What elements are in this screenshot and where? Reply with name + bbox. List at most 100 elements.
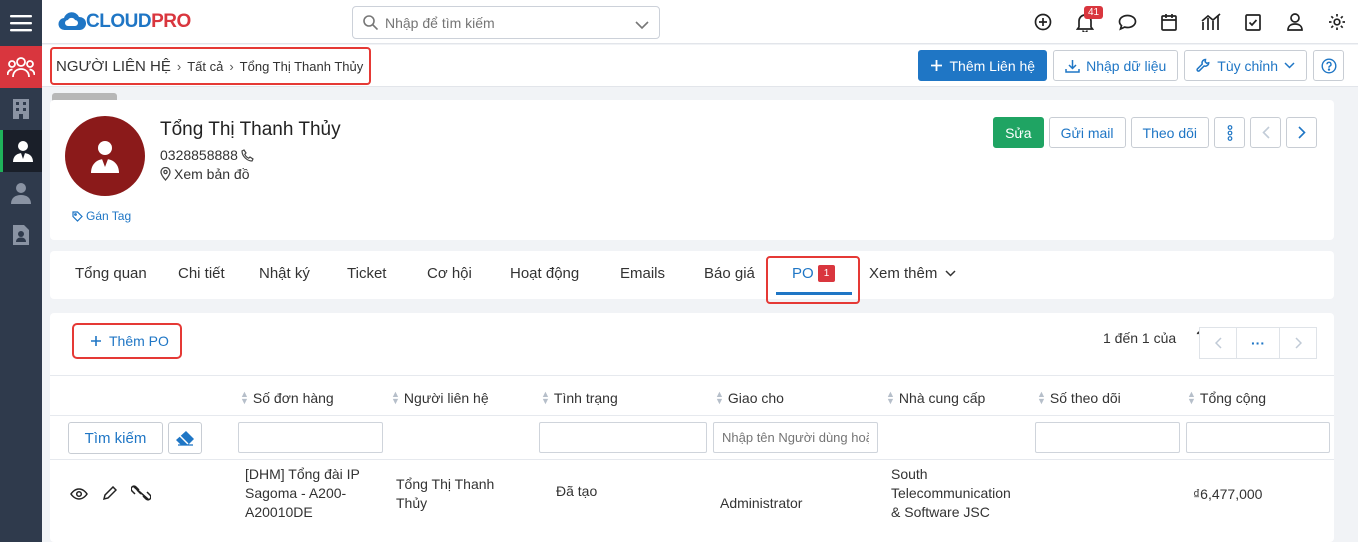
sort-icon: ▲ ▼ (240, 389, 249, 406)
contact-profile-card: Tổng Thị Thanh Thủy 0328858888 Xem bản đ… (50, 100, 1334, 240)
import-button[interactable]: Nhập dữ liệu (1053, 50, 1179, 81)
calendar-icon[interactable] (1148, 0, 1190, 44)
tab-overview[interactable]: Tổng quan (75, 265, 147, 282)
tag-icon (72, 210, 83, 222)
column-supplier[interactable]: ▲ ▼ Nhà cung cấp (886, 389, 985, 407)
tab-activities[interactable]: Hoạt động (510, 265, 579, 282)
filter-status[interactable] (539, 422, 707, 453)
breadcrumb-module[interactable]: NGƯỜI LIÊN HỆ (56, 58, 171, 75)
add-circle-icon[interactable] (1022, 0, 1064, 44)
tab-opportunities[interactable]: Cơ hội (427, 265, 472, 282)
company-building-icon[interactable] (0, 88, 42, 130)
next-record-button[interactable] (1286, 117, 1317, 148)
tab-details[interactable]: Chi tiết (178, 265, 225, 282)
top-bar: CLOUDPRO 41 (42, 0, 1358, 44)
cell-order-number[interactable]: [DHM] Tổng đài IP Sagoma - A200- A20010D… (245, 465, 360, 522)
chevron-down-icon[interactable] (635, 17, 649, 33)
column-label: Người liên hệ (403, 390, 489, 406)
page-next-button[interactable] (1279, 327, 1317, 359)
sort-icon: ▲ ▼ (391, 389, 400, 406)
tab-quotes[interactable]: Báo giá (704, 265, 755, 282)
tab-log[interactable]: Nhật ký (259, 265, 310, 282)
bell-icon[interactable]: 41 (1064, 0, 1106, 44)
help-button[interactable] (1313, 50, 1344, 81)
contacts-group-icon[interactable] (0, 46, 42, 88)
sort-icon: ▲ ▼ (541, 389, 550, 406)
sort-icon: ▲ ▼ (886, 389, 895, 406)
page-prev-button[interactable] (1199, 327, 1237, 359)
user-icon[interactable] (0, 172, 42, 214)
phone-icon (241, 148, 254, 162)
user-profile-icon[interactable] (1274, 0, 1316, 44)
column-total[interactable]: ▲ ▼ Tổng cộng (1187, 390, 1267, 407)
add-contact-button[interactable]: Thêm Liên hệ (918, 50, 1048, 81)
cell-assigned-to: Administrator (720, 495, 803, 511)
active-tab-indicator (776, 292, 852, 295)
column-order-number[interactable]: ▲ ▼ Số đơn hàng (240, 389, 334, 407)
add-po-button[interactable]: Thêm PO (72, 323, 182, 359)
customize-button[interactable]: Tùy chỉnh (1184, 50, 1307, 81)
column-contact[interactable]: ▲ ▼ Người liên hệ (391, 389, 489, 407)
view-eye-icon[interactable] (70, 487, 88, 503)
task-check-icon[interactable] (1232, 0, 1274, 44)
contact-person-icon[interactable] (0, 130, 42, 172)
pagination-summary: 1 đến 1 của (1103, 330, 1177, 346)
column-label: Tổng cộng (1199, 390, 1267, 406)
chevron-right-icon (1297, 126, 1306, 139)
filter-assigned-to[interactable] (713, 422, 878, 453)
follow-button[interactable]: Theo dõi (1130, 117, 1209, 148)
clear-filter-button[interactable] (168, 422, 202, 454)
edit-button[interactable]: Sửa (993, 117, 1044, 148)
column-label: Số đơn hàng (252, 390, 334, 406)
report-chart-icon[interactable] (1190, 0, 1232, 44)
cloudpro-logo[interactable]: CLOUDPRO (58, 8, 191, 36)
column-label: Giao cho (727, 390, 784, 406)
more-actions-button[interactable] (1214, 117, 1245, 148)
cell-line: Thủy (396, 495, 428, 511)
tab-po[interactable]: PO 1 (792, 265, 836, 282)
filter-search-button[interactable]: Tìm kiếm (68, 422, 163, 454)
po-list-panel: Thêm PO 1 đến 1 của ? ··· ▲▼Số đơn hàng … (50, 313, 1334, 542)
edit-pencil-icon[interactable] (102, 485, 118, 504)
tab-ticket[interactable]: Ticket (347, 265, 386, 282)
cell-supplier[interactable]: South Telecommunication & Software JSC (891, 465, 1011, 522)
profile-actions: Sửa Gửi mail Theo dõi (993, 117, 1317, 148)
menu-icon[interactable] (0, 0, 42, 46)
global-search[interactable] (352, 6, 660, 39)
chat-icon[interactable] (1106, 0, 1148, 44)
page-more-button[interactable]: ··· (1236, 327, 1280, 359)
search-input[interactable] (385, 13, 615, 33)
filter-total[interactable] (1186, 422, 1330, 453)
phone-number: 0328858888 (160, 147, 238, 163)
assign-tag-label: Gán Tag (86, 209, 132, 223)
vertical-dots-icon (1227, 124, 1232, 141)
question-circle-icon (1320, 57, 1337, 74)
plus-icon (931, 60, 943, 71)
send-mail-button[interactable]: Gửi mail (1048, 117, 1126, 148)
chevron-left-icon (1261, 126, 1270, 139)
column-label: Số theo dõi (1049, 390, 1121, 406)
filter-tracking-number[interactable] (1035, 422, 1180, 453)
plus-icon (91, 336, 101, 346)
settings-gear-icon[interactable] (1316, 0, 1358, 44)
breadcrumb: NGƯỜI LIÊN HỆ › Tất cả › Tổng Thị Thanh … (50, 47, 372, 85)
contact-name: Tổng Thị Thanh Thủy (160, 119, 341, 140)
contact-phone[interactable]: 0328858888 (160, 147, 254, 163)
column-label: Tình trạng (553, 390, 618, 406)
cell-status: Đã tạo (556, 483, 598, 499)
view-map-link[interactable]: Xem bản đồ (160, 166, 250, 182)
breadcrumb-all[interactable]: Tất cả (187, 59, 223, 74)
cell-line: Telecommunication (891, 485, 1011, 501)
cell-line: South (891, 466, 928, 482)
tab-emails[interactable]: Emails (620, 265, 665, 282)
column-tracking-number[interactable]: ▲ ▼ Số theo dõi (1037, 390, 1121, 407)
tab-more[interactable]: Xem thêm (869, 265, 956, 282)
cell-contact[interactable]: Tổng Thị Thanh Thủy (396, 475, 494, 513)
filter-order-number[interactable] (238, 422, 383, 453)
document-user-icon[interactable] (0, 214, 42, 256)
column-status[interactable]: ▲ ▼ Tình trạng (541, 389, 618, 407)
assign-tag-link[interactable]: Gán Tag (72, 209, 131, 223)
column-assigned-to[interactable]: ▲ ▼ Giao cho (715, 390, 784, 407)
previous-record-button[interactable] (1250, 117, 1281, 148)
unlink-icon[interactable] (130, 485, 152, 504)
